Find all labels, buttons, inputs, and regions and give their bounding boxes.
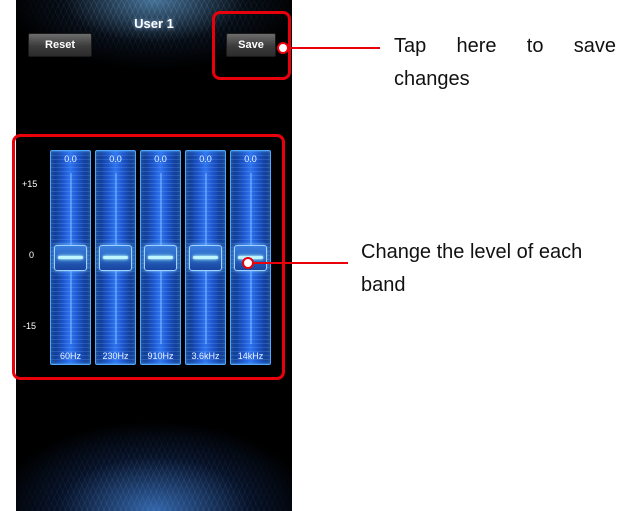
band-value: 0.0 (64, 154, 77, 164)
save-callout-line (287, 47, 380, 49)
scale-label-min: -15 (23, 321, 37, 331)
equalizer-bands: 0.0 60Hz 0.0 230Hz 0.0 910Hz 0.0 3.6kHz … (50, 150, 271, 365)
band-frequency-label: 910Hz (147, 351, 174, 361)
band-frequency-label: 60Hz (59, 351, 81, 361)
save-callout-dot (277, 42, 289, 54)
band-slider-60hz[interactable]: 0.0 60Hz (50, 150, 91, 365)
scale-label-max: +15 (22, 179, 38, 189)
scale-label-zero: 0 (29, 250, 35, 260)
bands-callout-dot (242, 257, 254, 269)
band-slider-3-6khz[interactable]: 0.0 3.6kHz (185, 150, 226, 365)
band-thumb[interactable] (144, 245, 177, 271)
band-value: 0.0 (199, 154, 212, 164)
save-callout-text: Tap here to save changes (394, 35, 616, 90)
bands-callout-text: Change the level of each band (361, 241, 583, 296)
band-slider-230hz[interactable]: 0.0 230Hz (95, 150, 136, 365)
preset-title: User 1 (134, 16, 174, 31)
band-value: 0.0 (154, 154, 167, 164)
band-frequency-label: 230Hz (102, 351, 129, 361)
band-thumb[interactable] (99, 245, 132, 271)
band-frequency-label: 14kHz (237, 351, 264, 361)
band-slider-910hz[interactable]: 0.0 910Hz (140, 150, 181, 365)
save-button[interactable]: Save (226, 33, 276, 57)
band-value: 0.0 (109, 154, 122, 164)
bands-callout-line (252, 262, 348, 264)
band-thumb[interactable] (54, 245, 87, 271)
reset-button[interactable]: Reset (28, 33, 92, 57)
equalizer-screen: User 1 Reset Save +15 0 -15 0.0 60Hz 0.0… (16, 0, 292, 511)
band-value: 0.0 (244, 154, 257, 164)
band-frequency-label: 3.6kHz (191, 351, 220, 361)
band-thumb[interactable] (189, 245, 222, 271)
